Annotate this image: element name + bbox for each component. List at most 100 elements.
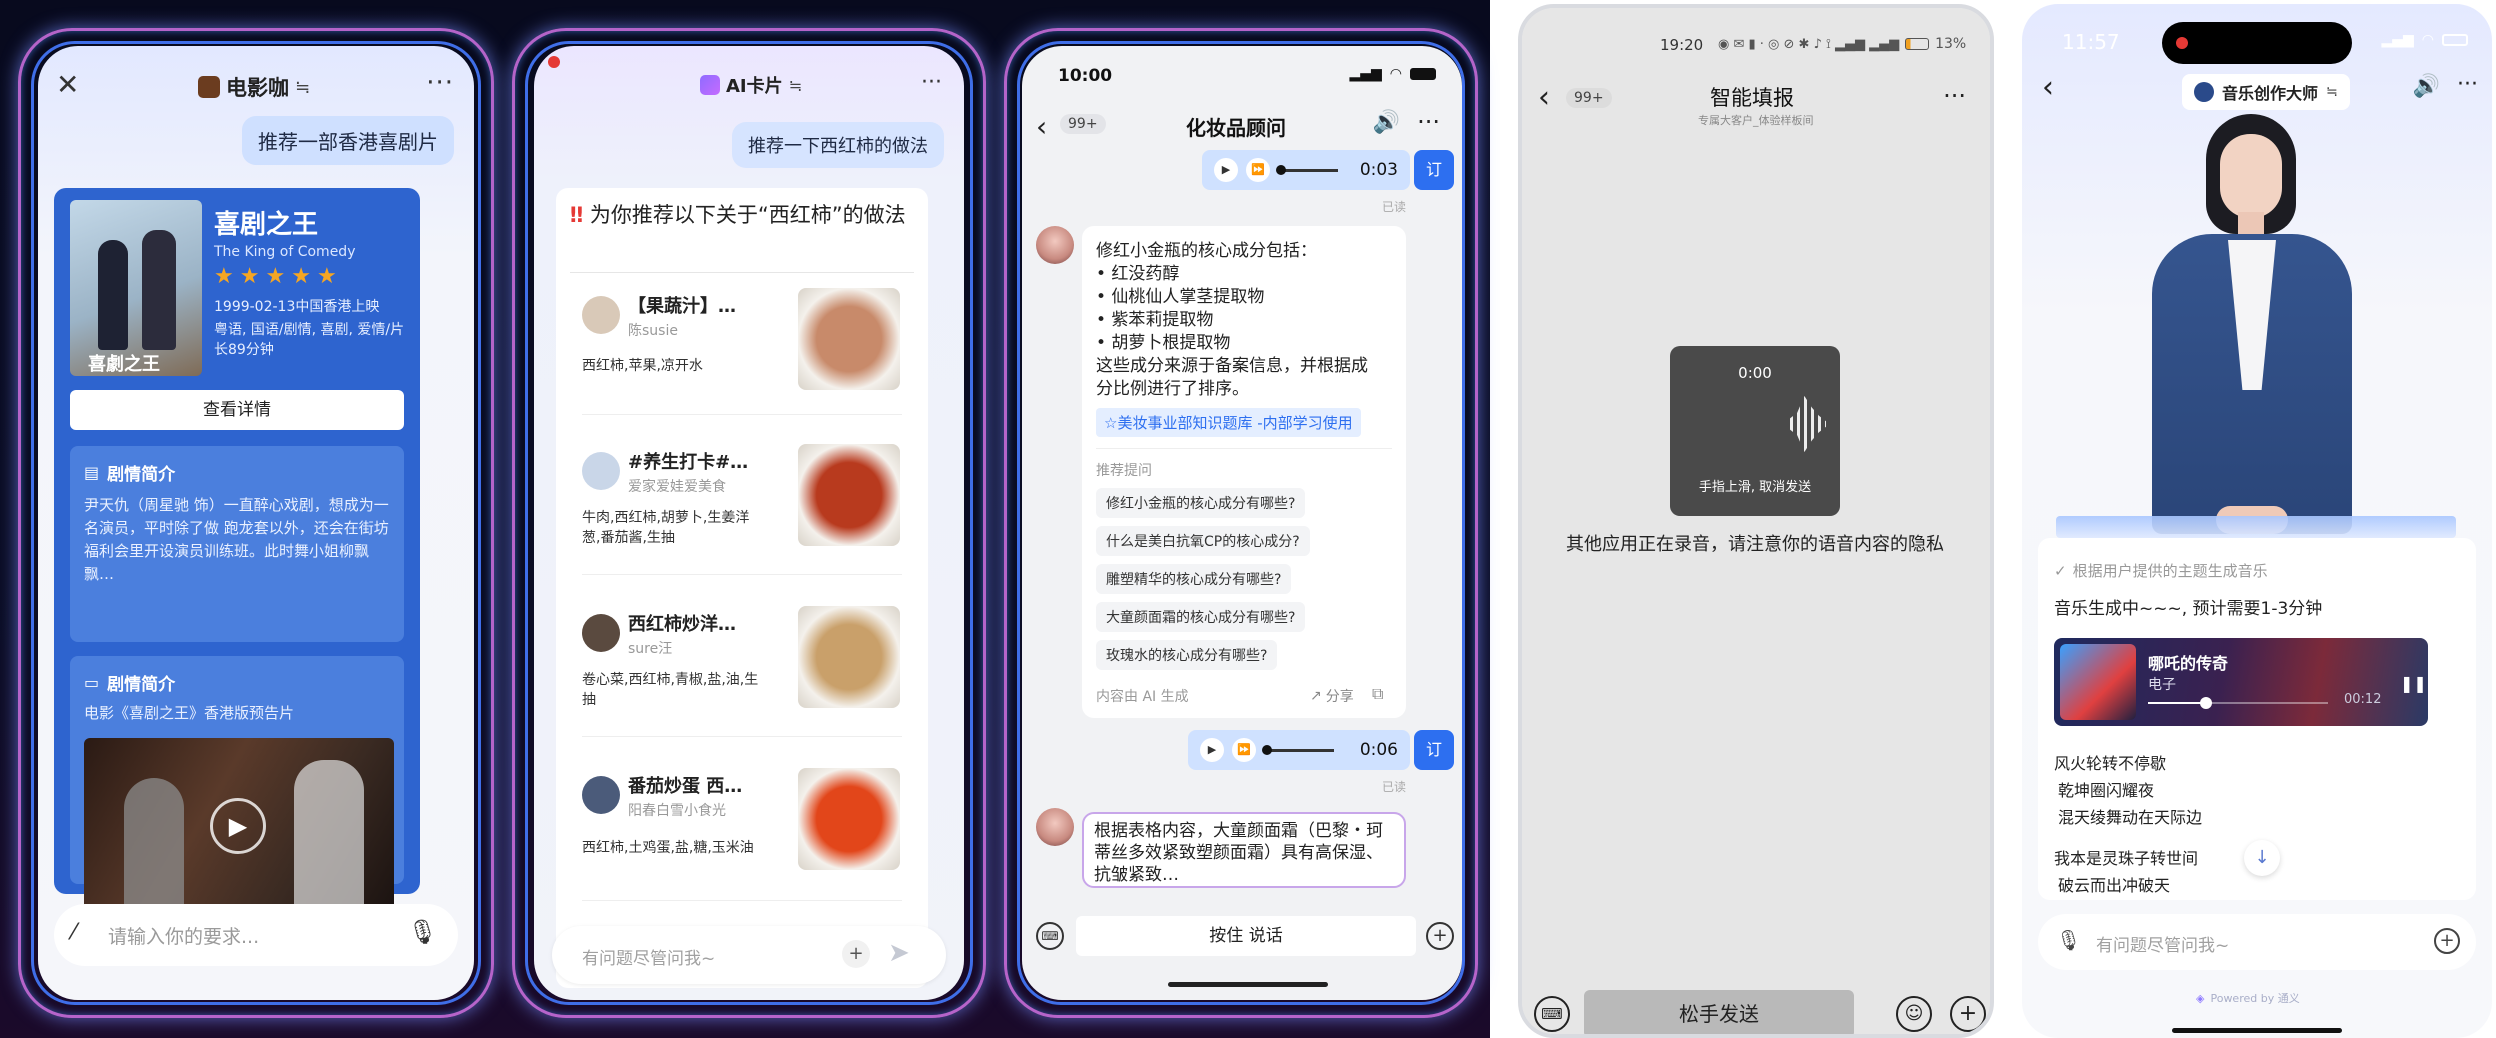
star-icon: ★ <box>316 264 337 289</box>
unread-badge: 99+ <box>1060 114 1106 134</box>
movie-poster[interactable]: 喜劇之王 <box>70 200 202 376</box>
recording-dim-overlay <box>1522 8 1990 1034</box>
song-progress-knob[interactable] <box>2199 697 2212 709</box>
video-figure-right <box>294 760 364 914</box>
video-thumbnail[interactable]: ▶ <box>84 738 394 914</box>
page-title: 音乐创作大师 <box>2222 84 2319 103</box>
scroll-down-icon[interactable]: ↓ <box>2244 840 2280 876</box>
answer-line: 修红小金瓶的核心成分包括： <box>1096 241 1317 261</box>
view-details-button[interactable]: 查看详情 <box>70 390 404 430</box>
prompt-input[interactable]: 请输入你的要求... <box>108 922 259 949</box>
presenter-face <box>2220 134 2282 218</box>
recipe-ingredients: 西红柿,苹果,凉开水 <box>582 358 703 374</box>
plot-text: 尹天仇（周星驰 饰）一直醉心戏剧，想成为一名演员，平时除了做 跑龙套以外，还会在… <box>84 496 389 583</box>
knowledge-base-tag[interactable]: ☆美妆事业部知识题库 -内部学习使用 <box>1096 408 1361 437</box>
suggestion-chip[interactable]: 玫瑰水的核心成分有哪些? <box>1096 640 1278 670</box>
play-icon[interactable]: ▶ <box>210 798 266 854</box>
translate-button[interactable]: 订 <box>1414 150 1454 190</box>
plus-icon[interactable]: + <box>1950 996 1986 1032</box>
chat-input-bar[interactable]: 🎙 有问题尽管问我~ + <box>2038 914 2476 970</box>
video-figure-left <box>124 778 184 914</box>
translate-button[interactable]: 订 <box>1414 730 1454 770</box>
suggestion-chip[interactable]: 大童颜面霜的核心成分有哪些? <box>1096 602 1306 632</box>
pause-icon[interactable]: ❚❚ <box>2400 674 2427 693</box>
close-icon[interactable]: ✕ <box>56 68 79 101</box>
song-player[interactable]: 哪吒的传奇 电子 00:12 ❚❚ <box>2054 638 2428 726</box>
prompt-input-bar[interactable]: ⁄ 请输入你的要求... 🎙 <box>54 904 458 966</box>
recipe-ingredients: 卷心菜,西红柿,青椒,盐,油,生抽 <box>582 672 759 708</box>
share-button[interactable]: ↗ 分享 <box>1310 686 1354 706</box>
lyric-line: 混天绫舞动在天际边 <box>2058 808 2203 827</box>
chat-input[interactable]: 有问题尽管问我~ <box>2096 931 2229 956</box>
suggestion-chip[interactable]: 雕塑精华的核心成分有哪些? <box>1096 564 1292 594</box>
speaker-icon[interactable]: 🔊 <box>1373 110 1400 135</box>
hold-to-talk-button[interactable]: 按住 说话 <box>1076 916 1416 956</box>
keyboard-icon[interactable]: ⌨ <box>1036 922 1064 950</box>
fast-forward-icon[interactable]: ⏩ <box>1246 158 1270 182</box>
release-to-send-button[interactable]: 松手发送 <box>1584 990 1854 1034</box>
copy-icon[interactable]: ⧉ <box>1372 684 1383 704</box>
more-icon[interactable]: ··· <box>1943 82 1966 110</box>
plus-icon[interactable]: + <box>2434 928 2460 954</box>
send-icon[interactable]: ➤ <box>888 938 910 968</box>
monitor-icon: ▭ <box>84 673 100 692</box>
phone-music: 11:57 ▂▄▆ ◠ ‹ 音乐创作大师 ≒ 🔊 ··· ✓ 根据用户提供的主题… <box>2022 4 2492 1038</box>
recipe-title: 西红柿炒洋… <box>628 614 736 635</box>
recipe-heading: 为你推荐以下关于“西红柿”的做法 <box>589 203 906 227</box>
battery-icon <box>2442 34 2468 46</box>
star-icon: ★ <box>291 264 311 289</box>
magic-wand-icon[interactable]: ⁄ <box>72 920 76 945</box>
page-title: 化妆品顾问 <box>1186 116 1286 140</box>
more-icon[interactable]: ··· <box>2457 72 2478 97</box>
back-icon[interactable]: ‹ <box>2042 70 2054 105</box>
voice-progress-knob[interactable] <box>1276 164 1286 175</box>
recipe-item[interactable]: 番茄炒蛋 西… 阳春白雪小食光 西红柿,土鸡蛋,盐,糖,玉米油 <box>582 768 902 880</box>
keyboard-icon[interactable]: ⌨ <box>1534 996 1570 1032</box>
voice-progress-knob[interactable] <box>1262 744 1272 755</box>
recipe-author: sure汪 <box>628 641 673 657</box>
status-icons: ◉ ✉ ▮ · ◎ ⊘ ✱ ♪ ⟟ ▂▄▆ ▂▄▆ 13% <box>1718 36 1966 52</box>
plus-icon[interactable]: + <box>842 940 870 968</box>
voice-progress-track[interactable] <box>1262 744 1334 755</box>
switch-icon[interactable]: ≒ <box>295 77 310 98</box>
more-icon[interactable]: ··· <box>426 68 454 98</box>
chat-input-bar[interactable]: 有问题尽管问我~ + ➤ <box>552 926 946 984</box>
answer-line: • 胡萝卜根提取物 <box>1096 333 1231 353</box>
more-icon[interactable]: ··· <box>921 70 942 95</box>
recipe-photo[interactable] <box>798 606 900 708</box>
avatar <box>582 296 620 334</box>
microphone-icon[interactable]: 🎙 <box>408 918 438 946</box>
back-icon[interactable]: ‹ <box>1036 110 1047 143</box>
recipe-photo[interactable] <box>798 444 900 546</box>
recipe-title: 番茄炒蛋 西… <box>628 776 743 797</box>
voice-message[interactable]: ▶ ⏩ 0:06 <box>1188 730 1410 770</box>
unread-badge: 99+ <box>1566 88 1612 108</box>
answer-card-2: 根据表格内容，大童颜面霜（巴黎・珂蒂丝多效紧致塑颜面霜）具有高保湿、抗皱紧致… <box>1082 812 1406 888</box>
title-pill[interactable]: 音乐创作大师 ≒ <box>2182 74 2350 110</box>
emoji-icon[interactable]: ☺ <box>1896 996 1932 1032</box>
suggestion-chip[interactable]: 修红小金瓶的核心成分有哪些? <box>1096 488 1306 518</box>
play-icon[interactable]: ▶ <box>1214 158 1238 182</box>
switch-icon[interactable]: ≒ <box>789 76 802 95</box>
recipe-title: 【果蔬汁】… <box>628 296 736 317</box>
play-icon[interactable]: ▶ <box>1200 738 1224 762</box>
suggestion-chip[interactable]: 什么是美白抗氧CP的核心成分? <box>1096 526 1310 556</box>
back-icon[interactable]: ‹ <box>1538 80 1550 115</box>
voice-progress-track[interactable] <box>1276 164 1338 175</box>
plus-icon[interactable]: + <box>1426 922 1454 950</box>
phone-cosmetics: 10:00 ▂▄▆ ◠ ‹ 99+ 化妆品顾问 🔊 ··· ▶ ⏩ 0:03 订… <box>1022 46 1462 1000</box>
more-icon[interactable]: ··· <box>1417 108 1440 136</box>
fast-forward-icon[interactable]: ⏩ <box>1232 738 1256 762</box>
voice-message[interactable]: ▶ ⏩ 0:03 <box>1202 150 1410 190</box>
recipe-item[interactable]: 【果蔬汁】… 陈susie 西红柿,苹果,凉开水 <box>582 288 902 400</box>
speaker-icon[interactable]: 🔊 <box>2413 74 2440 99</box>
recipe-photo[interactable] <box>798 768 900 870</box>
signal-icon: ▂▄▆ <box>1349 66 1382 82</box>
recipe-photo[interactable] <box>798 288 900 390</box>
recipe-item[interactable]: #养生打卡#… 爱家爱娃爱美食 牛肉,西红柿,胡萝卜,生姜洋葱,番茄酱,生抽 <box>582 444 902 556</box>
microphone-icon[interactable]: 🎙 <box>2056 928 2081 952</box>
video-caption: 电影《喜剧之王》香港版预告片 <box>84 704 295 722</box>
recording-panel[interactable]: 0:00 手指上滑, 取消发送 <box>1670 346 1840 516</box>
chat-input[interactable]: 有问题尽管问我~ <box>582 944 715 969</box>
recipe-item[interactable]: 西红柿炒洋… sure汪 卷心菜,西红柿,青椒,盐,油,生抽 <box>582 606 902 718</box>
